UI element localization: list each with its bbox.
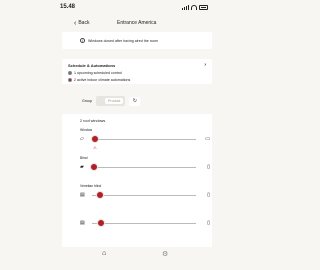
list-header: 2 roof windows	[80, 119, 106, 123]
page-title: Entrance America	[117, 20, 157, 26]
notice-text: Windows closed after having aired the ro…	[88, 38, 158, 43]
schedule-item-text: 1 upcoming scheduled control	[74, 71, 122, 75]
automation-item-text: 2 active indoor climate automations	[74, 78, 131, 82]
status-bar: 15.48	[0, 4, 270, 14]
blind-open-icon: ▯	[207, 164, 210, 170]
gear-icon[interactable]: ⚙	[162, 250, 168, 258]
window-open-icon: ▭	[205, 136, 210, 142]
venetian-closed-icon: ▤	[80, 192, 85, 198]
slider-track[interactable]	[92, 195, 196, 196]
info-icon: i	[80, 38, 85, 43]
nav-header: ‹ Back Entrance America	[62, 18, 212, 28]
item-label: Venetian blind	[80, 184, 102, 188]
tab-bar: ⌂ ⚙	[62, 247, 212, 270]
group-segmented-control: Product	[96, 96, 126, 106]
window-closed-icon: ▱	[80, 136, 84, 142]
venetian-closed-icon: ▤	[80, 220, 85, 226]
group-selector: Group Product ↻	[82, 96, 141, 106]
segment-group[interactable]	[98, 98, 104, 104]
slider-track[interactable]	[92, 167, 196, 168]
battery-icon	[199, 5, 208, 10]
back-button[interactable]: ‹ Back	[74, 19, 90, 27]
automation-row: 2 active indoor climate automations	[68, 78, 206, 82]
status-notice: i Windows closed after having aired the …	[62, 32, 212, 49]
list-item: Venetian blind ▤ ▯	[80, 184, 210, 204]
venetian-open-icon: ▯	[207, 192, 210, 198]
venetian-open-icon: ▯	[207, 220, 210, 226]
slider-track[interactable]	[92, 223, 196, 224]
schedule-title: Schedule & Automations	[68, 63, 116, 68]
calendar-icon	[68, 71, 72, 75]
signal-icon	[182, 5, 189, 10]
blind-closed-icon: ▰	[80, 164, 84, 170]
automation-icon	[68, 78, 72, 82]
schedule-header: Schedule & Automations ›	[68, 62, 206, 69]
item-label: Blind	[80, 156, 88, 160]
schedule-card[interactable]: Schedule & Automations › 1 upcoming sche…	[62, 59, 212, 84]
back-label: Back	[78, 20, 90, 26]
list-item: Blind ▰ ▯	[80, 156, 210, 176]
refresh-button[interactable]: ↻	[129, 96, 141, 106]
wifi-icon	[191, 5, 197, 10]
schedule-row: 1 upcoming scheduled control	[68, 71, 206, 75]
group-label: Group	[82, 99, 92, 103]
slider-knob[interactable]	[91, 135, 100, 143]
list-item: ▤ ▯	[80, 212, 210, 232]
chevron-left-icon: ‹	[74, 19, 77, 27]
slider-knob[interactable]	[97, 219, 106, 227]
slider-knob[interactable]	[96, 191, 105, 199]
refresh-icon: ↻	[132, 98, 137, 104]
chevron-right-icon: ›	[204, 62, 206, 68]
slider-track[interactable]	[92, 139, 196, 140]
list-item: Window ▱ ⚠ ▭	[80, 128, 210, 150]
home-icon[interactable]: ⌂	[102, 250, 106, 257]
slider-knob[interactable]	[90, 163, 99, 171]
segment-product[interactable]: Product	[105, 98, 124, 104]
item-label: Window	[80, 128, 93, 132]
rain-sensor-icon: ⚠	[93, 145, 97, 150]
status-time: 15.48	[60, 4, 76, 10]
status-icons	[182, 5, 208, 10]
